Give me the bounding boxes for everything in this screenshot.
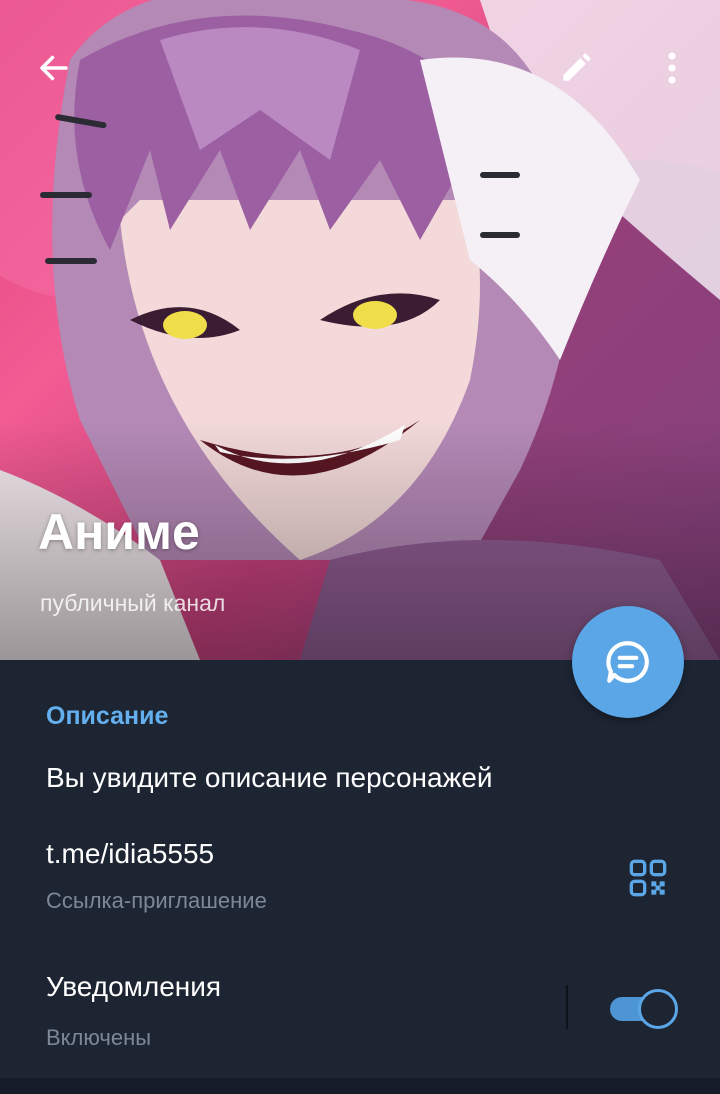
more-vertical-icon	[668, 52, 676, 84]
invite-link-caption: Ссылка-приглашение	[46, 888, 267, 913]
invite-link[interactable]: t.me/idia5555	[46, 838, 214, 870]
channel-subtitle: публичный канал	[40, 590, 226, 616]
discussion-button[interactable]	[572, 606, 684, 718]
arrow-left-icon	[40, 55, 68, 81]
toggle-knob	[638, 989, 678, 1029]
notifications-state: Включены	[46, 1025, 152, 1050]
notifications-toggle[interactable]	[610, 989, 678, 1029]
qr-code-button[interactable]	[624, 854, 672, 902]
more-options-button[interactable]	[644, 40, 700, 96]
channel-title: Аниме	[38, 504, 200, 560]
qr-code-icon	[629, 859, 667, 897]
notifications-row[interactable]: Уведомления Включены	[0, 955, 720, 1075]
divider	[566, 985, 568, 1029]
description-text: Вы увидите описание персонажей	[46, 762, 493, 793]
notifications-title: Уведомления	[46, 971, 222, 1002]
channel-cover[interactable]: Аниме публичный канал	[0, 0, 720, 660]
next-section-edge	[0, 1078, 720, 1094]
chat-bubble-icon	[606, 641, 649, 683]
edit-button[interactable]	[548, 40, 604, 96]
description-heading: Описание	[46, 702, 169, 730]
back-button[interactable]	[26, 40, 82, 96]
pencil-icon	[563, 53, 591, 81]
